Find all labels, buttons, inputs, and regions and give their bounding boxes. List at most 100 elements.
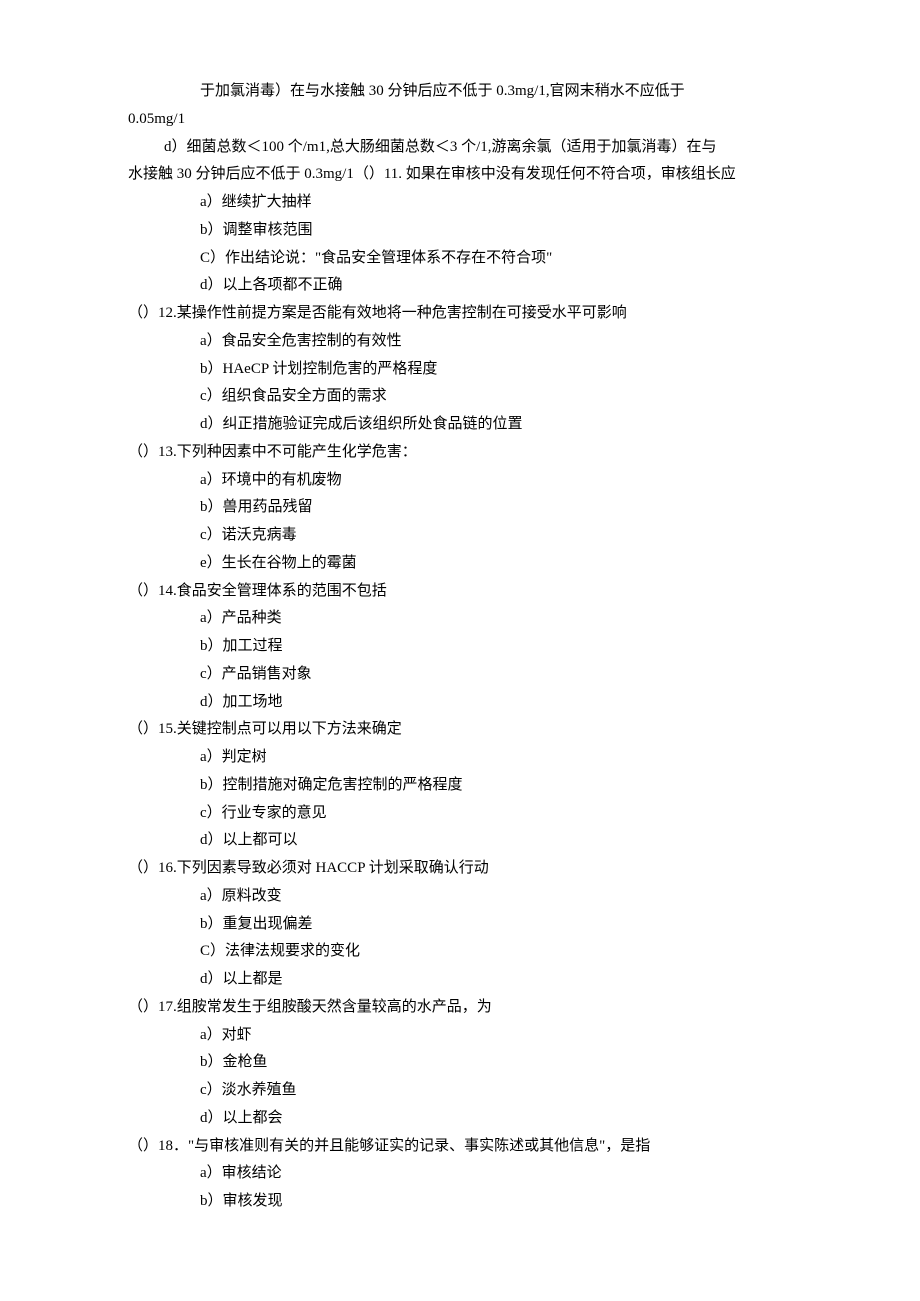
line-prefix: （）17.	[128, 999, 177, 1015]
text-line: （）18．"与审核准则有关的并且能够证实的记录、事实陈述或其他信息"，是指	[128, 1133, 792, 1161]
text-line: （）15.关键控制点可以用以下方法来确定	[128, 716, 792, 744]
text-line: b）审核发现	[200, 1188, 792, 1216]
line-text: "与审核准则有关的并且能够证实的记录、事实陈述或其他信息"，是指	[188, 1138, 650, 1154]
line-text: 加工场地	[223, 694, 283, 710]
line-text: 诺沃克病毒	[222, 527, 297, 543]
line-prefix: c）	[200, 388, 222, 404]
line-text: 环境中的有机废物	[222, 472, 342, 488]
line-text: 关键控制点可以用以下方法来确定	[177, 721, 402, 737]
text-line: （）17.组胺常发生于组胺酸天然含量较高的水产品，为	[128, 994, 792, 1022]
line-text: 以上都是	[223, 971, 283, 987]
line-text: 以上各项都不正确	[223, 277, 343, 293]
line-text: 细菌总数＜100 个/m1,总大肠细菌总数＜3 个/1,游离余氯（适用于加氯消毒…	[187, 139, 717, 155]
text-line: d）细菌总数＜100 个/m1,总大肠细菌总数＜3 个/1,游离余氯（适用于加氯…	[164, 134, 792, 162]
text-line: （）16.下列因素导致必须对 HACCP 计划采取确认行动	[128, 855, 792, 883]
text-line: b）重复出现偏差	[200, 911, 792, 939]
text-line: b）调整审核范围	[200, 217, 792, 245]
line-prefix: d）	[200, 694, 223, 710]
text-line: d）以上都会	[200, 1105, 792, 1133]
line-prefix: b）	[200, 916, 223, 932]
text-line: a）环境中的有机废物	[200, 467, 792, 495]
text-line: d）以上都可以	[200, 827, 792, 855]
line-text: 兽用药品残留	[223, 499, 313, 515]
text-line: d）以上各项都不正确	[200, 272, 792, 300]
text-line: C）作出结论说："食品安全管理体系不存在不符合项"	[200, 245, 792, 273]
line-prefix: a）	[200, 1027, 222, 1043]
text-line: b）金枪鱼	[200, 1049, 792, 1077]
line-text: 组织食品安全方面的需求	[222, 388, 387, 404]
line-prefix: a）	[200, 1165, 222, 1181]
line-prefix: （）12.	[128, 305, 177, 321]
line-text: 重复出现偏差	[223, 916, 313, 932]
line-text: 纠正措施验证完成后该组织所处食品链的位置	[223, 416, 523, 432]
line-prefix: d）	[200, 971, 223, 987]
line-text: HAeCP 计划控制危害的严格程度	[223, 361, 438, 377]
line-prefix: d）	[200, 1110, 223, 1126]
line-text: 于加氯消毒）在与水接触 30 分钟后应不低于 0.3mg/1,官网末稍水不应低于	[200, 83, 685, 99]
text-line: c）淡水养殖鱼	[200, 1077, 792, 1105]
line-prefix: （）15.	[128, 721, 177, 737]
line-prefix: d）	[200, 416, 223, 432]
text-line: 于加氯消毒）在与水接触 30 分钟后应不低于 0.3mg/1,官网末稍水不应低于	[200, 78, 792, 106]
line-prefix: a）	[200, 194, 222, 210]
text-line: e）生长在谷物上的霉菌	[200, 550, 792, 578]
line-prefix: （）18．	[128, 1138, 188, 1154]
line-prefix: a）	[200, 749, 222, 765]
text-line: b）HAeCP 计划控制危害的严格程度	[200, 356, 792, 384]
line-prefix: （）16.	[128, 860, 177, 876]
line-prefix: a）	[200, 610, 222, 626]
line-text: 继续扩大抽样	[222, 194, 312, 210]
line-text: 某操作性前提方案是否能有效地将一种危害控制在可接受水平可影响	[177, 305, 627, 321]
line-prefix: d）	[164, 139, 187, 155]
line-text: 作出结论说："食品安全管理体系不存在不符合项"	[225, 250, 552, 266]
text-line: c）诺沃克病毒	[200, 522, 792, 550]
text-line: c）产品销售对象	[200, 661, 792, 689]
line-text: 法律法规要求的变化	[225, 943, 360, 959]
line-text: 下列种因素中不可能产生化学危害：	[177, 444, 417, 460]
text-line: a）审核结论	[200, 1160, 792, 1188]
text-line: a）对虾	[200, 1022, 792, 1050]
line-prefix: b）	[200, 1193, 223, 1209]
line-text: 行业专家的意见	[222, 805, 327, 821]
line-prefix: b）	[200, 361, 223, 377]
line-text: 加工过程	[223, 638, 283, 654]
line-text: 审核结论	[222, 1165, 282, 1181]
line-text: 食品安全管理体系的范围不包括	[177, 583, 387, 599]
line-text: 下列因素导致必须对 HACCP 计划采取确认行动	[177, 860, 489, 876]
text-line: b）兽用药品残留	[200, 494, 792, 522]
line-text: 对虾	[222, 1027, 252, 1043]
line-text: 淡水养殖鱼	[222, 1082, 297, 1098]
text-line: （）14.食品安全管理体系的范围不包括	[128, 578, 792, 606]
line-prefix: C）	[200, 250, 225, 266]
line-prefix: b）	[200, 1054, 223, 1070]
line-prefix: （）13.	[128, 444, 177, 460]
line-text: 以上都可以	[223, 832, 298, 848]
line-prefix: d）	[200, 832, 223, 848]
line-text: 判定树	[222, 749, 267, 765]
line-text: 以上都会	[223, 1110, 283, 1126]
line-text: 水接触 30 分钟后应不低于 0.3mg/1（）11. 如果在审核中没有发现任何…	[128, 166, 736, 182]
line-prefix: b）	[200, 222, 223, 238]
line-prefix: c）	[200, 1082, 222, 1098]
line-prefix: b）	[200, 638, 223, 654]
text-line: （）13.下列种因素中不可能产生化学危害：	[128, 439, 792, 467]
line-prefix: c）	[200, 805, 222, 821]
text-line: 0.05mg/1	[128, 106, 792, 134]
text-line: （）12.某操作性前提方案是否能有效地将一种危害控制在可接受水平可影响	[128, 300, 792, 328]
line-prefix: e）	[200, 555, 222, 571]
text-line: c）行业专家的意见	[200, 800, 792, 828]
line-text: 产品销售对象	[222, 666, 312, 682]
text-line: d）以上都是	[200, 966, 792, 994]
line-prefix: d）	[200, 277, 223, 293]
line-prefix: （）14.	[128, 583, 177, 599]
line-prefix: c）	[200, 666, 222, 682]
line-text: 金枪鱼	[223, 1054, 268, 1070]
text-line: c）组织食品安全方面的需求	[200, 383, 792, 411]
text-line: d）纠正措施验证完成后该组织所处食品链的位置	[200, 411, 792, 439]
text-line: a）原料改变	[200, 883, 792, 911]
text-line: a）食品安全危害控制的有效性	[200, 328, 792, 356]
line-prefix: a）	[200, 472, 222, 488]
text-line: a）产品种类	[200, 605, 792, 633]
line-text: 控制措施对确定危害控制的严格程度	[223, 777, 463, 793]
line-text: 组胺常发生于组胺酸天然含量较高的水产品，为	[177, 999, 492, 1015]
